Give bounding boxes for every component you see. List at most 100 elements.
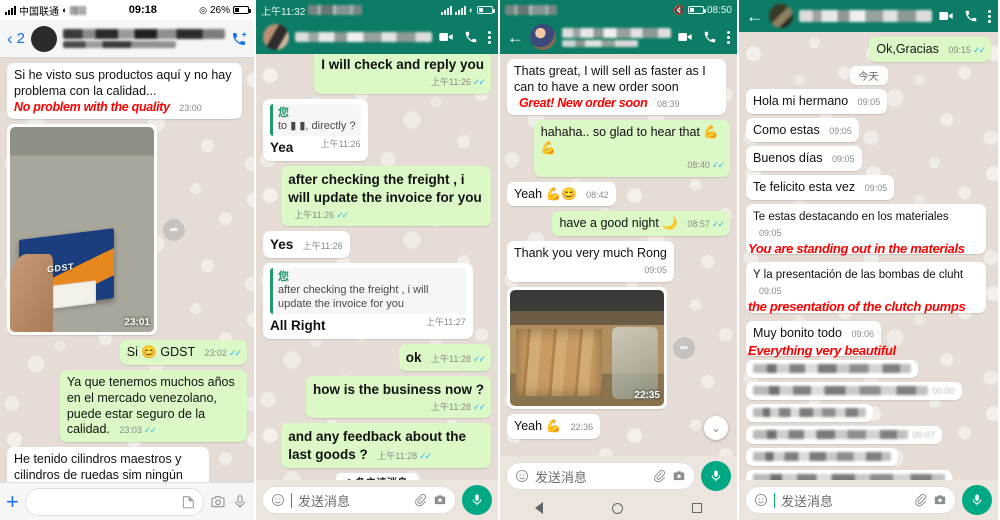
voice-record-button[interactable] <box>962 485 992 515</box>
contact-name-line1 <box>562 27 671 38</box>
message-bubble-redacted[interactable] <box>746 359 918 378</box>
message-bubble-outgoing[interactable]: and any feedback about the last goods ? … <box>281 423 491 468</box>
sticker-icon[interactable] <box>181 495 195 509</box>
phone-icon[interactable] <box>464 30 478 44</box>
message-bubble-incoming[interactable]: He tenido cilindros maestros y cilindros… <box>7 447 209 482</box>
quoted-message[interactable]: 您 to ▮ ▮, directly ? <box>270 103 361 137</box>
message-input-4[interactable]: 发送消息 <box>745 486 956 514</box>
recents-square-icon[interactable] <box>692 503 703 513</box>
voice-record-button[interactable] <box>701 461 731 491</box>
quoted-message[interactable]: 您 after checking the freight , i will up… <box>270 268 466 315</box>
back-triangle-icon[interactable] <box>534 502 543 514</box>
contact-name-redacted[interactable] <box>799 10 932 22</box>
message-bubble-redacted[interactable] <box>746 447 898 466</box>
video-call-icon[interactable] <box>438 29 454 45</box>
contact-name-redacted[interactable] <box>63 29 225 48</box>
message-list-1[interactable]: Si he visto sus productos aquí y no hay … <box>0 58 254 482</box>
message-bubble-redacted[interactable]: 00:00 <box>746 381 962 400</box>
home-circle-icon[interactable] <box>611 502 623 514</box>
message-bubble-quoted[interactable]: 您 after checking the freight , i will up… <box>263 263 473 340</box>
image-message-bubble[interactable]: GDST 23:01 <box>7 124 157 336</box>
message-bubble-incoming[interactable]: Buenos días 09:05 <box>746 146 862 171</box>
message-bubble-incoming[interactable]: Hola mi hermano 09:05 <box>746 88 888 114</box>
message-bubble-outgoing[interactable]: I will check and reply you 上午11:26 ✓✓ <box>314 54 491 94</box>
message-bubble-redacted[interactable]: 09:07 <box>746 425 942 444</box>
add-attachment-icon[interactable]: + <box>6 490 19 513</box>
photo-gdst-box[interactable]: GDST 23:01 <box>10 127 154 333</box>
message-bubble-redacted[interactable] <box>746 403 874 422</box>
message-bubble-outgoing[interactable]: ok 上午11:28 ✓✓ <box>398 344 491 371</box>
message-bubble-outgoing[interactable]: how is the business now ? 上午11:28 ✓✓ <box>305 375 491 419</box>
message-input-3[interactable]: 发送消息 <box>506 462 695 490</box>
carrier-label: 中国联通 <box>19 6 59 18</box>
message-bubble-outgoing[interactable]: Ok,Gracias 09:15 ✓✓ <box>869 37 991 62</box>
avatar[interactable] <box>530 24 556 50</box>
phone-icon[interactable] <box>964 9 978 23</box>
avatar[interactable] <box>769 4 793 28</box>
phone-icon[interactable] <box>703 30 717 44</box>
message-time: 09:05 <box>759 286 782 296</box>
redacted-text <box>753 364 911 373</box>
emoji-icon[interactable] <box>515 469 529 483</box>
message-bubble-outgoing[interactable]: after checking the freight , i will upda… <box>281 166 491 227</box>
message-bubble-incoming[interactable]: Yes 上午11:26 <box>263 231 350 259</box>
message-bubble-outgoing[interactable]: hahaha.. so glad to hear that 💪💪 08:40 ✓… <box>533 120 730 177</box>
message-list-2[interactable]: I will check and reply you 上午11:26 ✓✓ 您 … <box>256 54 498 480</box>
message-input-1[interactable] <box>24 487 204 516</box>
message-input-2[interactable]: 发送消息 <box>262 486 456 514</box>
message-bubble-redacted[interactable] <box>746 469 952 480</box>
phone-add-icon[interactable] <box>231 31 247 47</box>
scroll-to-bottom-button[interactable]: ⌄ <box>704 415 728 440</box>
message-bubble-incoming[interactable]: Y la presentación de las bombas de cluht… <box>746 262 987 314</box>
message-bubble-incoming[interactable]: Si he visto sus productos aquí y no hay … <box>7 63 243 120</box>
contact-name-redacted[interactable] <box>562 27 671 47</box>
forward-icon[interactable]: ➦ <box>163 218 185 241</box>
overflow-menu-icon[interactable] <box>488 30 491 44</box>
overflow-menu-icon[interactable] <box>988 9 991 23</box>
message-bubble-incoming[interactable]: Yeah 💪😊 08:42 <box>507 181 616 207</box>
message-bubble-incoming[interactable]: Thank you very much Rong 09:05 <box>507 241 674 282</box>
message-bubble-incoming[interactable]: Como estas 09:05 <box>746 117 859 143</box>
back-icon[interactable]: ← <box>507 29 524 46</box>
message-bubble-incoming[interactable]: Yeah 💪 22:36 <box>507 414 601 439</box>
attach-icon[interactable] <box>652 469 666 483</box>
message-bubble-incoming[interactable]: Te felicito esta vez 09:05 <box>746 175 895 200</box>
back-icon[interactable]: ← <box>746 8 763 25</box>
red-annotation: You are standing out in the materials <box>748 240 965 256</box>
attach-icon[interactable] <box>913 493 927 507</box>
voice-record-button[interactable] <box>462 485 492 515</box>
image-message-bubble[interactable]: 22:35 <box>507 286 667 409</box>
message-bubble-outgoing[interactable]: Ya que tenemos muchos años en el mercado… <box>59 370 247 442</box>
camera-icon[interactable] <box>672 469 686 483</box>
message-bubble-quoted[interactable]: 您 to ▮ ▮, directly ? Yea 上午11:26 <box>263 98 368 162</box>
avatar[interactable] <box>263 24 289 50</box>
forward-icon[interactable]: ➦ <box>673 336 695 359</box>
mic-icon[interactable] <box>232 494 248 510</box>
message-list-3[interactable]: Thats great, I will sell as faster as I … <box>500 54 737 456</box>
message-bubble-incoming[interactable]: Muy bonito todo 09:06 Everything very be… <box>746 320 896 358</box>
message-row <box>746 447 991 466</box>
emoji-icon[interactable] <box>754 493 768 507</box>
camera-icon[interactable] <box>210 494 226 510</box>
unread-badge[interactable]: 2 <box>17 30 25 47</box>
overflow-menu-icon[interactable] <box>727 30 730 44</box>
message-list-4[interactable]: Ok,Gracias 09:15 ✓✓ 今天 Hola mi hermano 0… <box>739 32 998 480</box>
avatar[interactable] <box>31 25 58 52</box>
message-text: Thats great, I will sell as faster as I … <box>514 64 706 94</box>
wifi-icon: ◐ <box>468 4 474 15</box>
contact-name-redacted[interactable] <box>295 32 432 42</box>
message-text: Como estas <box>753 122 820 137</box>
photo-van-cargo[interactable]: 22:35 <box>510 289 664 406</box>
emoji-icon[interactable] <box>271 493 285 507</box>
message-bubble-incoming[interactable]: Te estas destacando en los materiales 09… <box>746 203 987 256</box>
back-icon[interactable]: ‹ <box>7 30 13 47</box>
attach-icon[interactable] <box>413 493 427 507</box>
message-bubble-outgoing[interactable]: have a good night 🌙 08:57 ✓✓ <box>552 211 730 236</box>
message-bubble-outgoing[interactable]: Si 😊 GDST 23:02 ✓✓ <box>119 340 247 365</box>
status-bar-ios: 中国联通 ◐ 09:18 ◎ 26% <box>0 0 254 20</box>
camera-icon[interactable] <box>433 493 447 507</box>
message-bubble-incoming[interactable]: Thats great, I will sell as faster as I … <box>507 59 726 116</box>
video-call-icon[interactable] <box>677 29 693 45</box>
camera-icon[interactable] <box>933 493 947 507</box>
video-call-icon[interactable] <box>938 8 954 24</box>
